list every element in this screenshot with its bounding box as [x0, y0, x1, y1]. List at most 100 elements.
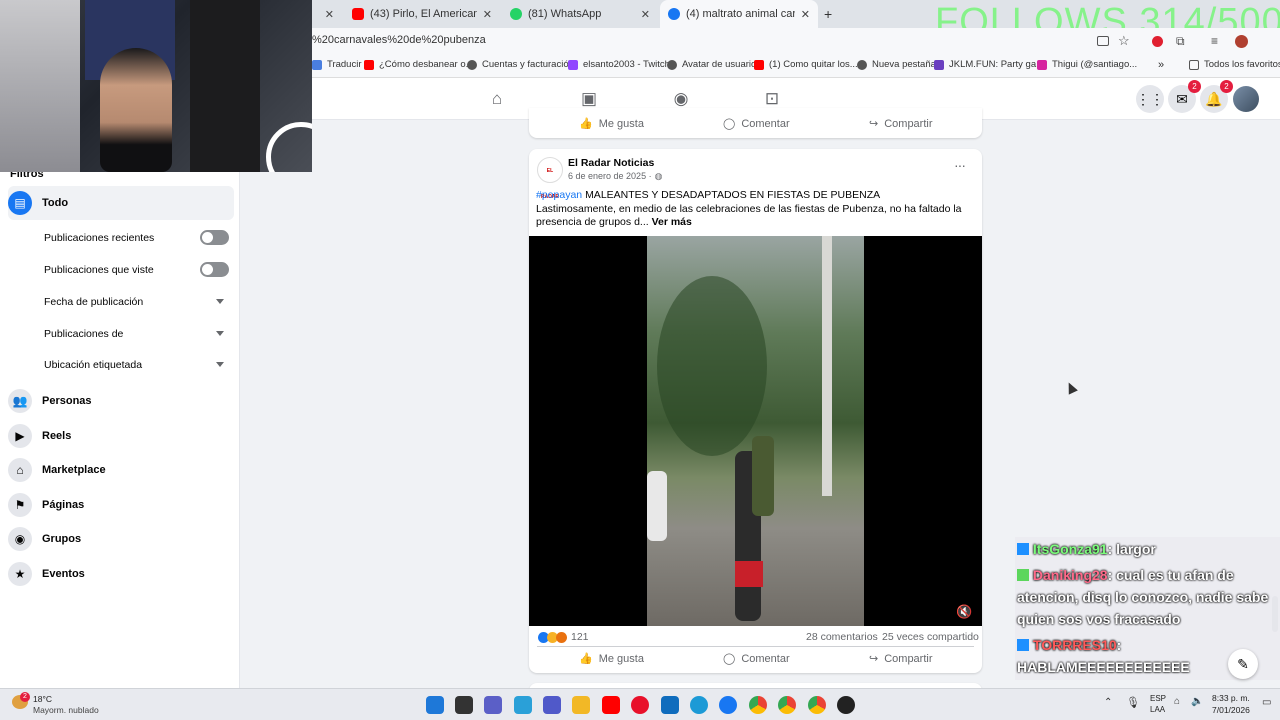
- hashtag-link[interactable]: #popayan: [536, 189, 582, 201]
- new-message-button[interactable]: ✎: [1228, 649, 1258, 679]
- like-button[interactable]: 👍 Me gusta: [579, 652, 644, 666]
- edge-icon[interactable]: [690, 696, 708, 714]
- facebook-icon[interactable]: [719, 696, 737, 714]
- bookmark-item[interactable]: Cuentas y facturación: [467, 59, 574, 70]
- chevron-down-icon[interactable]: [216, 299, 224, 304]
- windows-start-icon[interactable]: [426, 696, 444, 714]
- task-view-icon[interactable]: [455, 696, 473, 714]
- messenger-button[interactable]: ✉ 2: [1168, 80, 1201, 113]
- menu-grid-icon[interactable]: ⋮⋮: [1136, 85, 1164, 113]
- reels-icon[interactable]: ▣: [579, 89, 599, 109]
- filter-label[interactable]: Fecha de publicación: [44, 296, 143, 308]
- bookmark-item[interactable]: elsanto2003 - Twitch: [568, 59, 670, 70]
- star-icon[interactable]: ☆: [1118, 33, 1130, 49]
- bookmark-item[interactable]: ¿Cómo desbanear o...: [364, 59, 474, 70]
- weather-temp[interactable]: 18°C: [33, 694, 52, 704]
- comment-button[interactable]: ◯ Comentar: [723, 117, 790, 131]
- reactions-summary[interactable]: 121: [538, 631, 589, 643]
- clock-time[interactable]: 8:33 p. m.: [1212, 693, 1250, 703]
- language-layout[interactable]: LAA: [1150, 705, 1165, 714]
- share-button[interactable]: ↪ Compartir: [869, 652, 933, 666]
- gaming-icon[interactable]: ⊡: [762, 89, 782, 109]
- app-icon[interactable]: [837, 696, 855, 714]
- profile-avatar[interactable]: [1235, 35, 1248, 48]
- sidebar-item-personas[interactable]: 👥 Personas: [8, 384, 234, 418]
- comments-count[interactable]: 28 comentarios: [806, 631, 878, 643]
- post-video[interactable]: 🔇: [529, 236, 982, 626]
- comment-button[interactable]: ◯ Comentar: [723, 652, 790, 666]
- messenger-badge: 2: [1188, 80, 1201, 93]
- tab-facebook[interactable]: (4) maltrato animal carnavales d ✕: [660, 0, 818, 28]
- notification-center-icon[interactable]: ▭: [1262, 697, 1271, 708]
- close-tab-icon[interactable]: ✕: [483, 8, 492, 21]
- twitch-icon: [568, 59, 578, 70]
- shares-count[interactable]: 25 veces compartido: [882, 631, 979, 643]
- tab-youtube[interactable]: (43) Pirlo, El Americano 4KT - Tl ✕: [344, 0, 500, 28]
- see-more-link[interactable]: Ver más: [652, 216, 692, 228]
- teams-chat-icon[interactable]: [484, 696, 502, 714]
- notifications-button[interactable]: 🔔 2: [1200, 80, 1233, 113]
- more-bookmarks-icon[interactable]: »: [1158, 59, 1164, 71]
- chrome-icon[interactable]: [749, 696, 767, 714]
- weather-desc[interactable]: Mayorm. nublado: [33, 705, 99, 715]
- copilot-icon[interactable]: [514, 696, 532, 714]
- new-tab-button[interactable]: +: [824, 6, 832, 22]
- chrome-icon[interactable]: [778, 696, 796, 714]
- clock-date[interactable]: 7/01/2026: [1212, 705, 1250, 715]
- install-app-icon[interactable]: [1097, 36, 1109, 46]
- media-icon[interactable]: ≡: [1211, 34, 1218, 48]
- filter-all[interactable]: ▤ Todo: [8, 186, 234, 220]
- store-icon[interactable]: [661, 696, 679, 714]
- bookmark-item[interactable]: Thigui (@santiago...: [1037, 59, 1137, 70]
- badge-icon: [1017, 543, 1029, 555]
- file-explorer-icon[interactable]: [572, 696, 590, 714]
- filter-label[interactable]: Publicaciones de: [44, 328, 123, 340]
- filter-label[interactable]: Ubicación etiquetada: [44, 359, 142, 371]
- windows-taskbar: 2 18°C Mayorm. nublado ⌃ 🎙 ESP LAA ⌂ 🔈 8…: [0, 688, 1280, 720]
- youtube-icon[interactable]: [602, 696, 620, 714]
- teams-icon[interactable]: [543, 696, 561, 714]
- close-tab-icon[interactable]: ✕: [325, 8, 334, 21]
- home-icon[interactable]: ⌂: [487, 89, 507, 109]
- sidebar-item-marketplace[interactable]: ⌂ Marketplace: [8, 453, 234, 487]
- like-button[interactable]: 👍 Me gusta: [579, 117, 644, 131]
- share-button[interactable]: ↪ Compartir: [869, 117, 933, 131]
- tab-whatsapp[interactable]: (81) WhatsApp ✕: [502, 0, 658, 28]
- bookmarks-folder[interactable]: Todos los favoritos: [1189, 59, 1280, 70]
- youtube-icon: [364, 59, 374, 70]
- sidebar-item-eventos[interactable]: ★ Eventos: [8, 557, 234, 591]
- chevron-down-icon[interactable]: [216, 331, 224, 336]
- chevron-up-icon[interactable]: ⌃: [1104, 697, 1112, 708]
- microphone-icon[interactable]: 🎙: [1126, 696, 1140, 709]
- close-tab-icon[interactable]: ✕: [641, 8, 650, 21]
- sidebar-item-paginas[interactable]: ⚑ Páginas: [8, 488, 234, 522]
- tab-partial[interactable]: ✕: [312, 0, 342, 28]
- page-avatar[interactable]: EL RADAR: [537, 157, 563, 200]
- opera-icon[interactable]: [631, 696, 649, 714]
- groups-icon[interactable]: ◉: [671, 89, 691, 109]
- volume-icon[interactable]: 🔈: [1191, 696, 1203, 707]
- account-avatar[interactable]: [1233, 86, 1259, 112]
- language-code[interactable]: ESP: [1150, 694, 1166, 703]
- more-options-icon[interactable]: ···: [954, 157, 966, 173]
- bookmark-item[interactable]: Avatar de usuario: [667, 59, 756, 70]
- url-field[interactable]: %20carnavales%20de%20pubenza: [312, 34, 486, 46]
- chevron-down-icon[interactable]: [216, 362, 224, 367]
- sidebar-item-reels[interactable]: ▶ Reels: [8, 419, 234, 453]
- recent-posts-toggle[interactable]: [200, 230, 229, 245]
- post-date[interactable]: 6 de enero de 2025 · ◍: [568, 171, 662, 182]
- bookmark-item[interactable]: Traducir: [312, 59, 362, 70]
- bookmark-item[interactable]: (1) Como quitar los...: [754, 59, 858, 70]
- bookmark-item[interactable]: JKLM.FUN: Party ga...: [934, 59, 1044, 70]
- opera-icon[interactable]: [1152, 36, 1163, 47]
- close-tab-icon[interactable]: ✕: [801, 8, 810, 21]
- mute-icon[interactable]: 🔇: [956, 604, 972, 620]
- chrome-icon[interactable]: [808, 696, 826, 714]
- sidebar-item-grupos[interactable]: ◉ Grupos: [8, 522, 234, 556]
- bookmark-item[interactable]: Nueva pestaña: [857, 59, 936, 70]
- network-icon[interactable]: ⌂: [1174, 696, 1180, 707]
- seen-posts-toggle[interactable]: [200, 262, 229, 277]
- streamer-shape: [100, 48, 172, 172]
- post-author[interactable]: El Radar Noticias: [568, 157, 654, 169]
- extensions-icon[interactable]: ⧉: [1176, 34, 1185, 49]
